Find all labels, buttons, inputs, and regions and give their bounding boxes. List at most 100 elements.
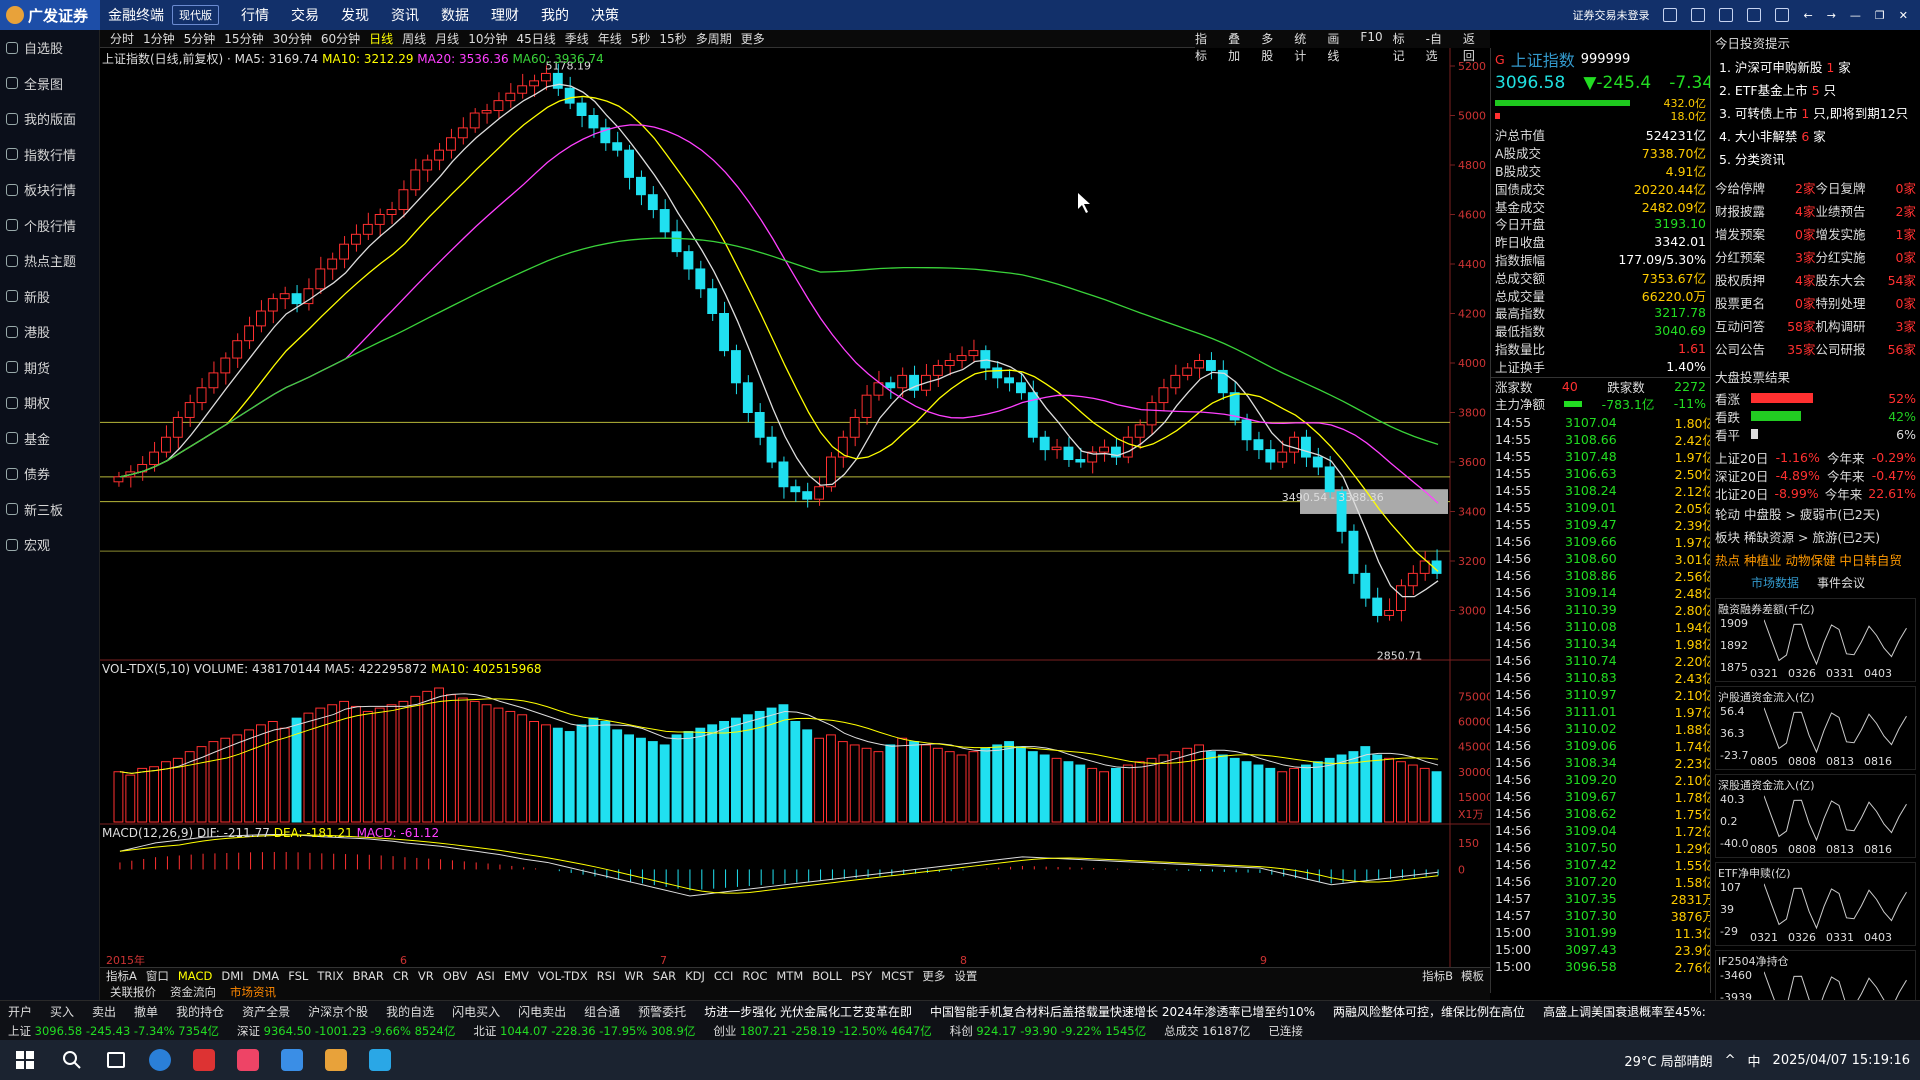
event-cell[interactable]: 特别处理: [1816, 293, 1875, 312]
timeframe-8[interactable]: 月线: [435, 30, 459, 47]
indicator-4[interactable]: DMA: [253, 969, 280, 983]
event-cell[interactable]: 分红实施: [1816, 247, 1875, 266]
sidebar-item-3[interactable]: 指数行情: [0, 137, 99, 173]
event-cell[interactable]: 机构调研: [1816, 316, 1875, 335]
news-item[interactable]: 坊进一步强化 光伏金属化工艺变革在即: [704, 1003, 912, 1020]
subtab-0[interactable]: 关联报价: [110, 984, 156, 1000]
indicator-13[interactable]: VOL-TDX: [538, 969, 588, 983]
gf-app-icon[interactable]: [314, 1040, 358, 1080]
mini-chart-mini2[interactable]: 沪股通资金流入(亿) 56.4 36.3 -23.7 0805 0808 0813 0816: [1715, 686, 1916, 771]
func-3[interactable]: 撤单: [134, 1003, 158, 1020]
indicator-9[interactable]: VR: [418, 969, 434, 983]
event-cell[interactable]: 增发预案: [1715, 224, 1774, 243]
app-icon-3[interactable]: [358, 1040, 402, 1080]
subtab-1[interactable]: 资金流向: [170, 984, 216, 1000]
minimize-icon[interactable]: —: [1850, 9, 1861, 22]
func-7[interactable]: 我的自选: [386, 1003, 434, 1020]
indicator-25[interactable]: 设置: [954, 968, 977, 984]
menu-1[interactable]: 交易: [291, 5, 319, 25]
timeframe-15[interactable]: 多周期: [696, 30, 732, 47]
rotation-text[interactable]: 轮动 中盘股 > 疲弱市(已2天): [1711, 502, 1920, 525]
tick-list[interactable]: 14:55 3107.04 1.80亿 14:55 3108.66 2.42亿 14:55 3…: [1491, 413, 1715, 975]
subtab-2[interactable]: 市场资讯: [230, 984, 276, 1000]
tip-item[interactable]: 5. 分类资讯: [1711, 147, 1920, 170]
indicator-21[interactable]: BOLL: [812, 969, 842, 983]
datetime[interactable]: 2025/04/07 15:19:16: [1773, 1053, 1910, 1068]
calculator-icon[interactable]: [1691, 8, 1706, 22]
mini-chart-mini1[interactable]: 融资融券差额(千亿) 1909 1892 1875 0321 0326 0331 0403: [1715, 598, 1916, 683]
news-item[interactable]: 高盛上调美国衰退概率至45%:: [1543, 1003, 1706, 1020]
maximize-icon[interactable]: ❐: [1875, 9, 1885, 22]
indicator-7[interactable]: BRAR: [353, 969, 384, 983]
mode-dropdown[interactable]: 现代版: [172, 5, 219, 25]
indicator-19[interactable]: ROC: [742, 969, 767, 983]
sidebar-item-14[interactable]: 宏观: [0, 527, 99, 563]
indicator-right-0[interactable]: 指标B: [1422, 968, 1453, 984]
chart-tool-3[interactable]: 统计: [1294, 30, 1317, 63]
event-cell[interactable]: 公司研报: [1816, 339, 1875, 358]
menu-0[interactable]: 行情: [241, 5, 269, 25]
settings-icon[interactable]: [1775, 8, 1790, 22]
search-icon[interactable]: [50, 1040, 94, 1080]
event-cell[interactable]: 分红预案: [1715, 247, 1774, 266]
sidebar-item-9[interactable]: 期货: [0, 350, 99, 386]
timeframe-1[interactable]: 1分钟: [143, 30, 175, 47]
timeframe-6[interactable]: 日线: [369, 30, 393, 47]
chevron-up-icon[interactable]: ^: [1725, 1053, 1736, 1068]
sidebar-item-12[interactable]: 债券: [0, 456, 99, 492]
timeframe-5[interactable]: 60分钟: [321, 30, 360, 47]
indicator-12[interactable]: EMV: [504, 969, 529, 983]
timeframe-4[interactable]: 30分钟: [273, 30, 312, 47]
indicator-17[interactable]: KDJ: [685, 969, 705, 983]
indicator-18[interactable]: CCI: [714, 969, 733, 983]
menu-3[interactable]: 资讯: [391, 5, 419, 25]
weather-text[interactable]: 29°C 局部晴朗: [1624, 1051, 1712, 1070]
event-cell[interactable]: 财报披露: [1715, 201, 1774, 220]
indicator-10[interactable]: OBV: [443, 969, 467, 983]
news-item[interactable]: 中国智能手机复合材料后盖搭载量快速增长 2024年渗透率已增至约10%: [930, 1003, 1315, 1020]
func-2[interactable]: 卖出: [92, 1003, 116, 1020]
menu-6[interactable]: 我的: [541, 5, 569, 25]
indicator-23[interactable]: MCST: [881, 969, 913, 983]
mini-chart-mini4[interactable]: ETF净申赎(亿) 107 39 -29 0321 0326 0331 0403: [1715, 862, 1916, 947]
mini-chart-mini3[interactable]: 深股通资金流入(亿) 40.3 0.2 -40.0 0805 0808 0813 0816: [1715, 774, 1916, 859]
func-1[interactable]: 买入: [50, 1003, 74, 1020]
event-cell[interactable]: 今给停牌: [1715, 178, 1774, 197]
timeframe-16[interactable]: 更多: [741, 30, 765, 47]
chart-tool-2[interactable]: 多股: [1261, 30, 1284, 63]
menu-4[interactable]: 数据: [441, 5, 469, 25]
shirt-icon[interactable]: [1719, 8, 1734, 22]
menu-7[interactable]: 决策: [591, 5, 619, 25]
sidebar-item-0[interactable]: 自选股: [0, 30, 99, 66]
sidebar-item-10[interactable]: 期权: [0, 385, 99, 421]
timeframe-2[interactable]: 5分钟: [184, 30, 216, 47]
sidebar-item-5[interactable]: 个股行情: [0, 208, 99, 244]
login-status[interactable]: 证券交易未登录: [1572, 7, 1649, 23]
news-item[interactable]: 两融风险整体可控，维保比例在高位: [1333, 1003, 1525, 1020]
func-9[interactable]: 闪电卖出: [518, 1003, 566, 1020]
timeframe-11[interactable]: 季线: [565, 30, 589, 47]
tip-item[interactable]: 3. 可转债上市 1 只,即将到期12只: [1711, 101, 1920, 124]
indicator-15[interactable]: WR: [624, 969, 643, 983]
event-cell[interactable]: 互动问答: [1715, 316, 1774, 335]
windows-start-icon[interactable]: [0, 1040, 50, 1080]
event-cell[interactable]: 股东大会: [1816, 270, 1875, 289]
func-10[interactable]: 组合通: [584, 1003, 620, 1020]
timeframe-14[interactable]: 15秒: [659, 30, 686, 47]
indicator-16[interactable]: SAR: [653, 969, 676, 983]
indicator-0[interactable]: 指标A: [106, 968, 137, 984]
back-arrow-icon[interactable]: ←: [1803, 9, 1812, 22]
event-cell[interactable]: 业绩预告: [1816, 201, 1875, 220]
indicator-14[interactable]: RSI: [597, 969, 616, 983]
timeframe-7[interactable]: 周线: [402, 30, 426, 47]
sidebar-item-13[interactable]: 新三板: [0, 492, 99, 528]
indicator-6[interactable]: TRIX: [317, 969, 343, 983]
indicator-8[interactable]: CR: [393, 969, 409, 983]
indicator-5[interactable]: FSL: [288, 969, 308, 983]
event-cell[interactable]: 增发实施: [1816, 224, 1875, 243]
menu-5[interactable]: 理财: [491, 5, 519, 25]
sidebar-item-2[interactable]: 我的版面: [0, 101, 99, 137]
indicator-20[interactable]: MTM: [776, 969, 803, 983]
sidebar-item-1[interactable]: 全景图: [0, 66, 99, 102]
sidebar-item-4[interactable]: 板块行情: [0, 172, 99, 208]
